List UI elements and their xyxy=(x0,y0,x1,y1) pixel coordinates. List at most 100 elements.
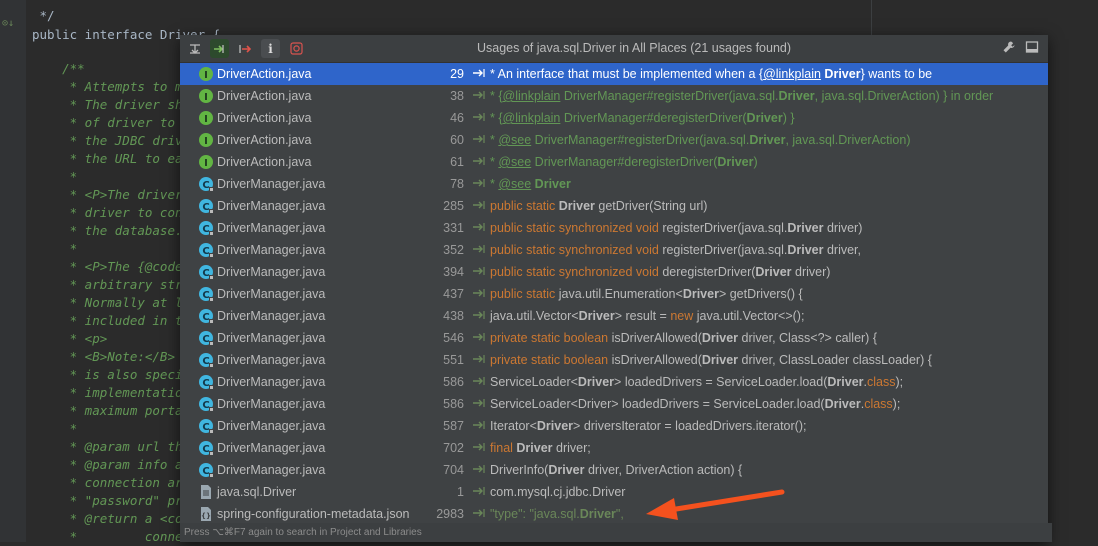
code-line[interactable]: * the URL to eac xyxy=(32,150,190,168)
settings-wrench-icon[interactable] xyxy=(1002,40,1016,59)
code-line[interactable]: * <B>Note:</B> I xyxy=(32,348,190,366)
svg-text:C: C xyxy=(202,312,209,323)
code-line[interactable]: * "password" pro xyxy=(32,492,190,510)
read-access-arrow-icon xyxy=(472,261,488,283)
usage-row[interactable]: C DriverManager.java 587 Iterator<Driver> d… xyxy=(180,415,1048,437)
code-line[interactable]: */ xyxy=(32,7,55,25)
usage-row[interactable]: C DriverManager.java 78 * @see Driver xyxy=(180,173,1048,195)
implemented-gutter-icon[interactable]: ⊙↓ xyxy=(2,18,14,29)
svg-text:C: C xyxy=(202,268,209,279)
code-line[interactable]: * @return a <cod xyxy=(32,510,190,528)
code-line[interactable]: * xyxy=(32,420,78,438)
snippet-token: isDriverAllowed( xyxy=(611,331,702,345)
usage-code-snippet: com.mysql.cj.jdbc.Driver xyxy=(490,481,625,503)
code-line[interactable]: * arbitrary stri xyxy=(32,276,190,294)
snippet-token: driver) xyxy=(823,221,863,235)
usage-file-name: DriverManager.java xyxy=(217,441,326,455)
usage-line-number: 586 xyxy=(443,397,464,411)
svg-text:C: C xyxy=(202,202,209,213)
svg-text:C: C xyxy=(202,334,209,345)
read-access-arrow-icon xyxy=(472,107,488,129)
usage-code-snippet: * {@linkplain DriverManager#deregisterDr… xyxy=(490,107,795,129)
usage-file-name: DriverAction.java xyxy=(217,155,312,169)
class-icon: C xyxy=(198,242,214,258)
usage-row[interactable]: C DriverManager.java 586 ServiceLoader<Driv… xyxy=(180,393,1048,415)
usage-code-snippet: * {@linkplain DriverManager#registerDriv… xyxy=(490,85,993,107)
svg-text:I: I xyxy=(204,158,208,169)
code-line[interactable]: * <p> xyxy=(32,330,108,348)
snippet-token: @see xyxy=(498,133,532,147)
snippet-token: Driver xyxy=(682,287,719,301)
code-line[interactable]: * is also specif xyxy=(32,366,190,384)
snippet-token: class xyxy=(867,375,896,389)
snippet-token: Driver xyxy=(746,111,783,125)
code-line[interactable]: * driver to conn xyxy=(32,204,190,222)
usage-row[interactable]: C DriverManager.java 352 public static sync… xyxy=(180,239,1048,261)
code-line[interactable]: * Attempts to ma xyxy=(32,78,190,96)
code-line[interactable]: * of driver to c xyxy=(32,114,190,132)
usage-row[interactable]: C DriverManager.java 702 final Driver drive… xyxy=(180,437,1048,459)
class-icon: C xyxy=(198,330,214,346)
snippet-token: Driver xyxy=(548,463,585,477)
usage-file-name: DriverAction.java xyxy=(217,133,312,147)
usage-file-name: DriverManager.java xyxy=(217,221,326,235)
usage-row[interactable]: C DriverManager.java 704 DriverInfo(Driver … xyxy=(180,459,1048,481)
code-line[interactable]: * xyxy=(32,168,78,186)
code-line[interactable]: * maximum portab xyxy=(32,402,190,420)
code-line[interactable]: * connec xyxy=(32,528,190,546)
usage-line-number: 61 xyxy=(450,155,464,169)
snippet-token: java.util.Vector<>(); xyxy=(696,309,805,323)
usage-row[interactable]: C DriverManager.java 394 public static sync… xyxy=(180,261,1048,283)
usage-line-number: 38 xyxy=(450,89,464,103)
usage-row[interactable]: C DriverManager.java 546 private static boo… xyxy=(180,327,1048,349)
snippet-token: > result = xyxy=(614,309,671,323)
code-line[interactable]: /** xyxy=(32,60,85,78)
code-line[interactable]: * implementation xyxy=(32,384,190,402)
usage-file-name: DriverManager.java xyxy=(217,353,326,367)
snippet-token: "type": "java.sql. xyxy=(490,507,580,521)
interface-icon: I xyxy=(198,154,214,170)
usage-row[interactable]: {} spring-configuration-metadata.json 2983… xyxy=(180,503,1048,525)
code-line[interactable]: * @param url the xyxy=(32,438,190,456)
snippet-token: Driver xyxy=(787,221,824,235)
text-file-icon xyxy=(198,484,214,500)
snippet-token: Driver xyxy=(827,375,864,389)
red-annotation-arrow xyxy=(646,489,785,520)
code-line[interactable]: * xyxy=(32,240,78,258)
class-icon: C xyxy=(198,198,214,214)
code-line[interactable]: * <P>The driver xyxy=(32,186,190,204)
usage-row[interactable]: C DriverManager.java 285 public static Driv… xyxy=(180,195,1048,217)
read-access-arrow-icon xyxy=(472,415,488,437)
usage-row[interactable]: C DriverManager.java 437 public static java… xyxy=(180,283,1048,305)
usage-row[interactable]: I DriverAction.java 61 * @see DriverManager… xyxy=(180,151,1048,173)
code-line[interactable]: * Normally at le xyxy=(32,294,190,312)
code-line[interactable]: * the database. xyxy=(32,222,183,240)
json-file-icon: {} xyxy=(198,506,214,522)
svg-text:C: C xyxy=(202,378,209,389)
svg-text:C: C xyxy=(202,224,209,235)
usage-row[interactable]: C DriverManager.java 331 public static sync… xyxy=(180,217,1048,239)
snippet-token: * { xyxy=(490,89,503,103)
usage-row[interactable]: I DriverAction.java 38 * {@linkplain Driver… xyxy=(180,85,1048,107)
snippet-token: Driver xyxy=(534,177,571,191)
snippet-token: ServiceLoader< xyxy=(490,375,578,389)
usage-row[interactable]: java.sql.Driver 1 com.mysql.cj.jdbc.Driver xyxy=(180,481,1048,503)
snippet-token: java.util.Enumeration< xyxy=(558,287,683,301)
open-in-find-window-icon[interactable] xyxy=(1025,40,1039,59)
usage-row[interactable]: I DriverAction.java 29 * An interface that … xyxy=(180,63,1048,85)
snippet-token: > getDrivers() { xyxy=(718,287,803,301)
usage-row[interactable]: I DriverAction.java 46 * {@linkplain Driver… xyxy=(180,107,1048,129)
code-line[interactable]: * The driver sho xyxy=(32,96,190,114)
usage-row[interactable]: C DriverManager.java 438 java.util.Vector<D… xyxy=(180,305,1048,327)
snippet-token: > driversIterator = loadedDrivers.iterat… xyxy=(573,419,807,433)
code-line[interactable]: * <P>The {@code xyxy=(32,258,190,276)
code-line[interactable]: * included in th xyxy=(32,312,190,330)
interface-icon: I xyxy=(198,132,214,148)
usage-row[interactable]: C DriverManager.java 586 ServiceLoader<Driv… xyxy=(180,371,1048,393)
code-line[interactable]: * the JDBC drive xyxy=(32,132,190,150)
code-line[interactable]: * @param info a xyxy=(32,456,190,474)
usage-row[interactable]: C DriverManager.java 551 private static boo… xyxy=(180,349,1048,371)
usage-line-number: 546 xyxy=(443,331,464,345)
usage-row[interactable]: I DriverAction.java 60 * @see DriverManager… xyxy=(180,129,1048,151)
code-line[interactable]: * connection arg xyxy=(32,474,190,492)
